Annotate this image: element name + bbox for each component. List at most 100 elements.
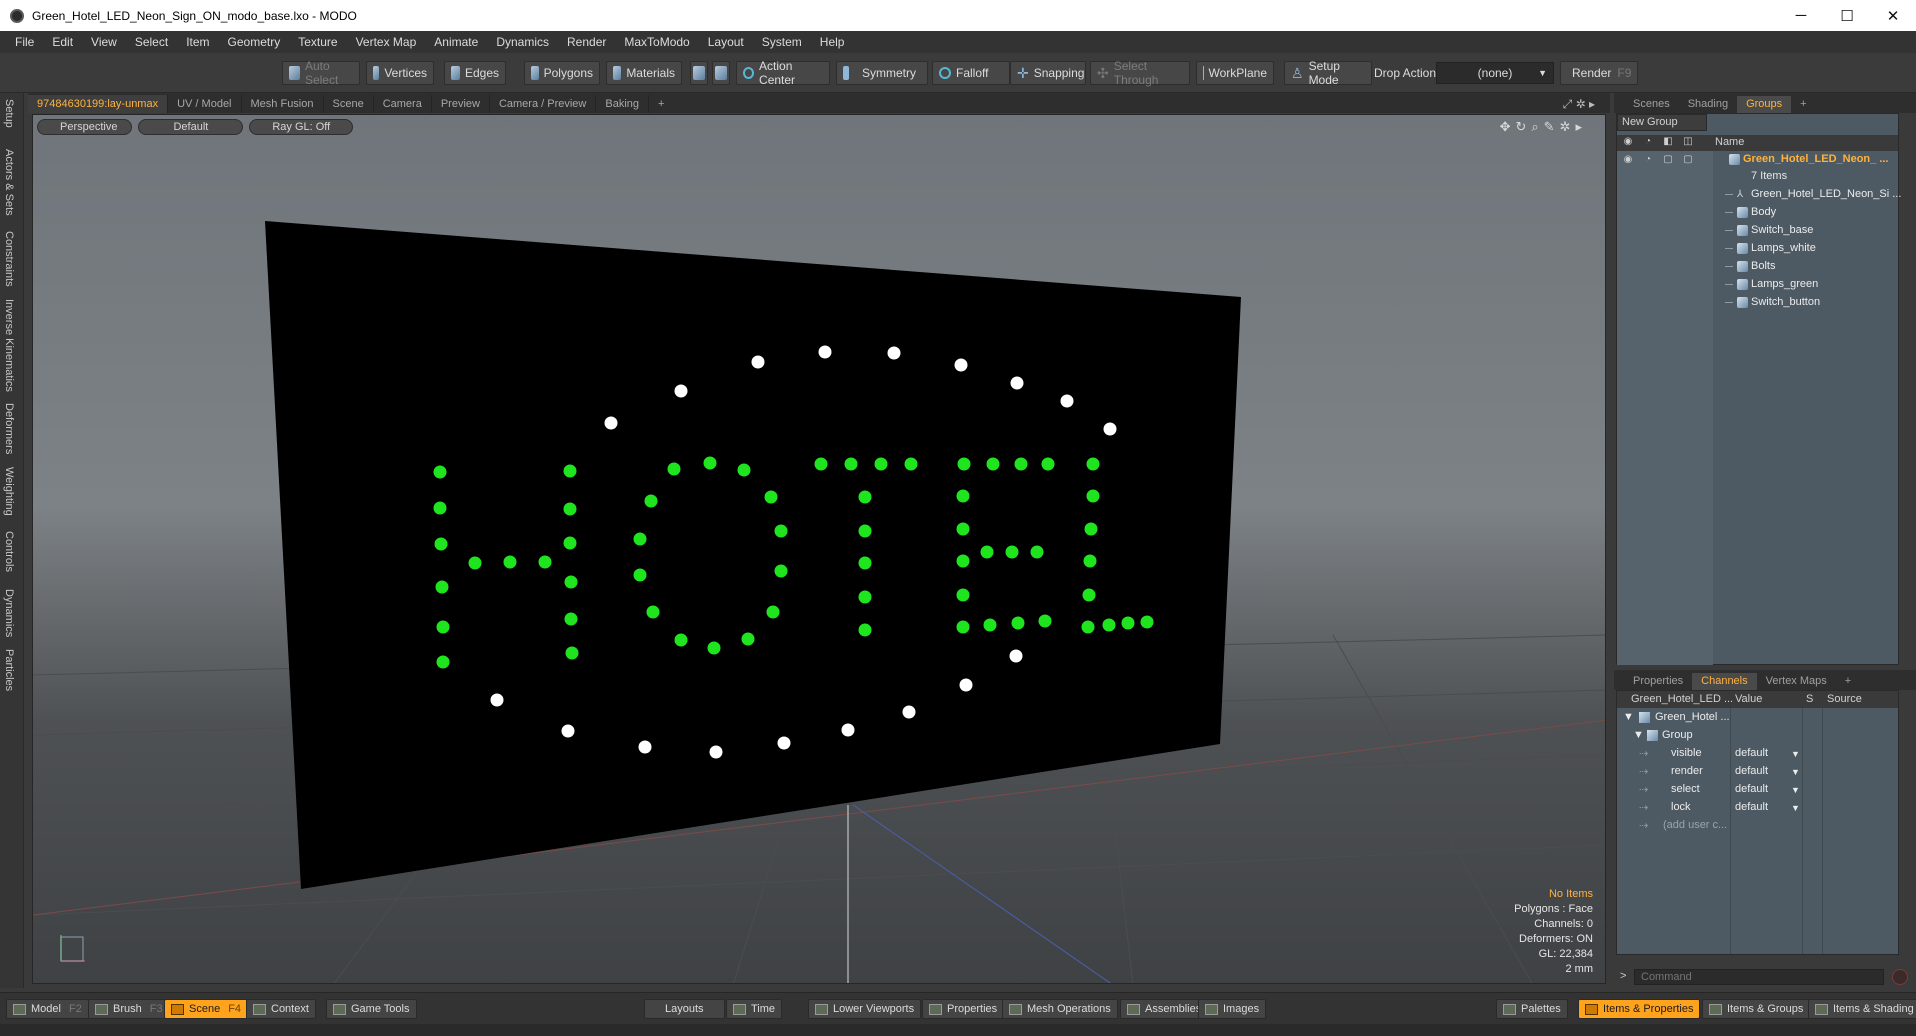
maximize-button[interactable]: ☐ [1824, 0, 1870, 31]
group-child-5[interactable]: Lamps_green [1617, 276, 1898, 294]
images-button[interactable]: Images [1198, 999, 1267, 1019]
layouts-button[interactable]: Layouts [644, 999, 725, 1019]
tab-channels[interactable]: Channels [1692, 673, 1757, 690]
tab-baking[interactable]: Baking [596, 95, 650, 113]
tab-controls[interactable]: Controls [3, 531, 15, 572]
component-mode-a-button[interactable] [690, 61, 708, 85]
tab-lay-unmax[interactable]: 97484630199:lay-unmax [28, 95, 169, 113]
tab-actors-sets[interactable]: Actors & Sets [3, 149, 15, 216]
edges-button[interactable]: Edges [444, 61, 506, 85]
group-child-4[interactable]: Bolts [1617, 258, 1898, 276]
channel-value[interactable]: default [1735, 783, 1768, 795]
select-through-button[interactable]: ✣ Select Through [1090, 59, 1190, 87]
scene-layout-button[interactable]: Scene F4 [164, 999, 249, 1019]
falloff-button[interactable]: Falloff [932, 61, 1010, 85]
auto-select-button[interactable]: Auto Select [282, 59, 360, 87]
time-button[interactable]: Time [726, 999, 783, 1019]
menu-geometry[interactable]: Geometry [219, 35, 290, 49]
context-layout-button[interactable]: Context [246, 999, 316, 1019]
menu-select[interactable]: Select [126, 35, 177, 49]
new-group-button[interactable]: New Group [1617, 114, 1707, 131]
group-select-icon[interactable]: ▢ [1681, 154, 1695, 167]
source-column-header[interactable]: Source [1827, 693, 1862, 705]
palettes-button[interactable]: Palettes [1496, 999, 1568, 1019]
s-column-header[interactable]: S [1806, 693, 1813, 705]
menu-animate[interactable]: Animate [425, 35, 487, 49]
group-eye-icon[interactable]: ◉ [1621, 154, 1635, 167]
tab-dynamics[interactable]: Dynamics [3, 589, 15, 637]
record-icon[interactable] [1892, 969, 1908, 985]
channel-value[interactable]: default [1735, 747, 1768, 759]
channel-value[interactable]: default [1735, 765, 1768, 777]
group-child-2[interactable]: Switch_base [1617, 222, 1898, 240]
group-child-1[interactable]: Body [1617, 204, 1898, 222]
lock-icon[interactable]: ◧ [1661, 136, 1675, 149]
menu-help[interactable]: Help [811, 35, 854, 49]
shading-default-button[interactable]: Default [138, 119, 244, 135]
tab-camera-preview[interactable]: Camera / Preview [490, 95, 597, 113]
group-child-3[interactable]: Lamps_white [1617, 240, 1898, 258]
channel-row-visible[interactable]: ⇢ visible default ▼ [1617, 745, 1898, 763]
drop-action-select[interactable]: (none) ▼ [1436, 62, 1554, 84]
menu-system[interactable]: System [753, 35, 811, 49]
lower-viewports-button[interactable]: Lower Viewports [808, 999, 922, 1019]
tab-mesh-fusion[interactable]: Mesh Fusion [242, 95, 324, 113]
close-button[interactable]: ✕ [1870, 0, 1916, 31]
eye-icon[interactable]: ◉ [1621, 136, 1635, 149]
mesh-operations-button[interactable]: Mesh Operations [1002, 999, 1118, 1019]
polygons-button[interactable]: Polygons [524, 61, 600, 85]
channel-row-render[interactable]: ⇢ render default ▼ [1617, 763, 1898, 781]
component-mode-b-button[interactable] [712, 61, 730, 85]
add-right-tab-button[interactable]: + [1791, 96, 1815, 113]
game-tools-layout-button[interactable]: Game Tools [326, 999, 417, 1019]
brush-layout-button[interactable]: Brush F3 [88, 999, 170, 1019]
menu-maxtomodo[interactable]: MaxToModo [615, 35, 698, 49]
tab-preview[interactable]: Preview [432, 95, 490, 113]
tab-deformers[interactable]: Deformers [3, 403, 15, 454]
value-column-header[interactable]: Value [1735, 693, 1762, 705]
items-groups-button[interactable]: Items & Groups [1702, 999, 1811, 1019]
tab-uv-model[interactable]: UV / Model [168, 95, 242, 113]
symmetry-button[interactable]: Symmetry [836, 61, 928, 85]
items-shading-button[interactable]: Items & Shading [1808, 999, 1916, 1019]
command-input[interactable] [1634, 969, 1884, 985]
render-button[interactable]: Render F9 [1560, 61, 1638, 85]
channel-row-lock[interactable]: ⇢ lock default ▼ [1617, 799, 1898, 817]
chevron-down-icon[interactable]: ▼ [1791, 767, 1800, 777]
add-tab-button[interactable]: + [649, 95, 673, 113]
tab-constraints[interactable]: Constraints [3, 231, 15, 287]
vertices-button[interactable]: Vertices [366, 61, 434, 85]
menu-render[interactable]: Render [558, 35, 615, 49]
menu-view[interactable]: View [82, 35, 126, 49]
expand-arrow-icon[interactable]: ▼ [1623, 711, 1634, 723]
tab-properties[interactable]: Properties [1624, 673, 1692, 690]
menu-edit[interactable]: Edit [43, 35, 82, 49]
viewport-options-icons[interactable]: ⤢ ✲ ▸ [1554, 95, 1604, 113]
channel-value[interactable]: default [1735, 801, 1768, 813]
view-perspective-button[interactable]: Perspective [37, 119, 133, 135]
materials-button[interactable]: Materials [606, 61, 682, 85]
workplane-button[interactable]: WorkPlane [1196, 61, 1274, 85]
tab-inverse-kinematics[interactable]: Inverse Kinematics [3, 299, 15, 392]
group-lock-icon[interactable]: ▢ [1661, 154, 1675, 167]
items-properties-button[interactable]: Items & Properties [1578, 999, 1701, 1019]
action-center-button[interactable]: Action Center [736, 59, 830, 87]
tab-particles[interactable]: Particles [3, 649, 15, 691]
chevron-down-icon[interactable]: ▼ [1791, 749, 1800, 759]
3d-viewport[interactable]: Perspective Default Ray GL: Off ✥↻⌕✎✲▸ N… [32, 114, 1606, 984]
menu-vertex-map[interactable]: Vertex Map [347, 35, 426, 49]
chevron-down-icon[interactable]: ▼ [1791, 785, 1800, 795]
name-column-header[interactable]: Name [1715, 136, 1744, 148]
menu-dynamics[interactable]: Dynamics [487, 35, 558, 49]
add-bottom-tab-button[interactable]: + [1836, 673, 1860, 690]
viewport-nav-icons[interactable]: ✥↻⌕✎✲▸ [1500, 119, 1587, 135]
minimize-button[interactable]: ─ [1778, 0, 1824, 31]
model-layout-button[interactable]: Model F2 [6, 999, 89, 1019]
group-render-icon[interactable]: ◔ [1641, 154, 1655, 167]
menu-texture[interactable]: Texture [289, 35, 346, 49]
snapping-button[interactable]: ✛ Snapping [1010, 61, 1086, 85]
group-child-0[interactable]: ⅄ Green_Hotel_LED_Neon_Si ... [1617, 186, 1901, 204]
menu-file[interactable]: File [6, 35, 43, 49]
expand-arrow-icon[interactable]: ▼ [1633, 729, 1644, 741]
tab-camera[interactable]: Camera [374, 95, 432, 113]
